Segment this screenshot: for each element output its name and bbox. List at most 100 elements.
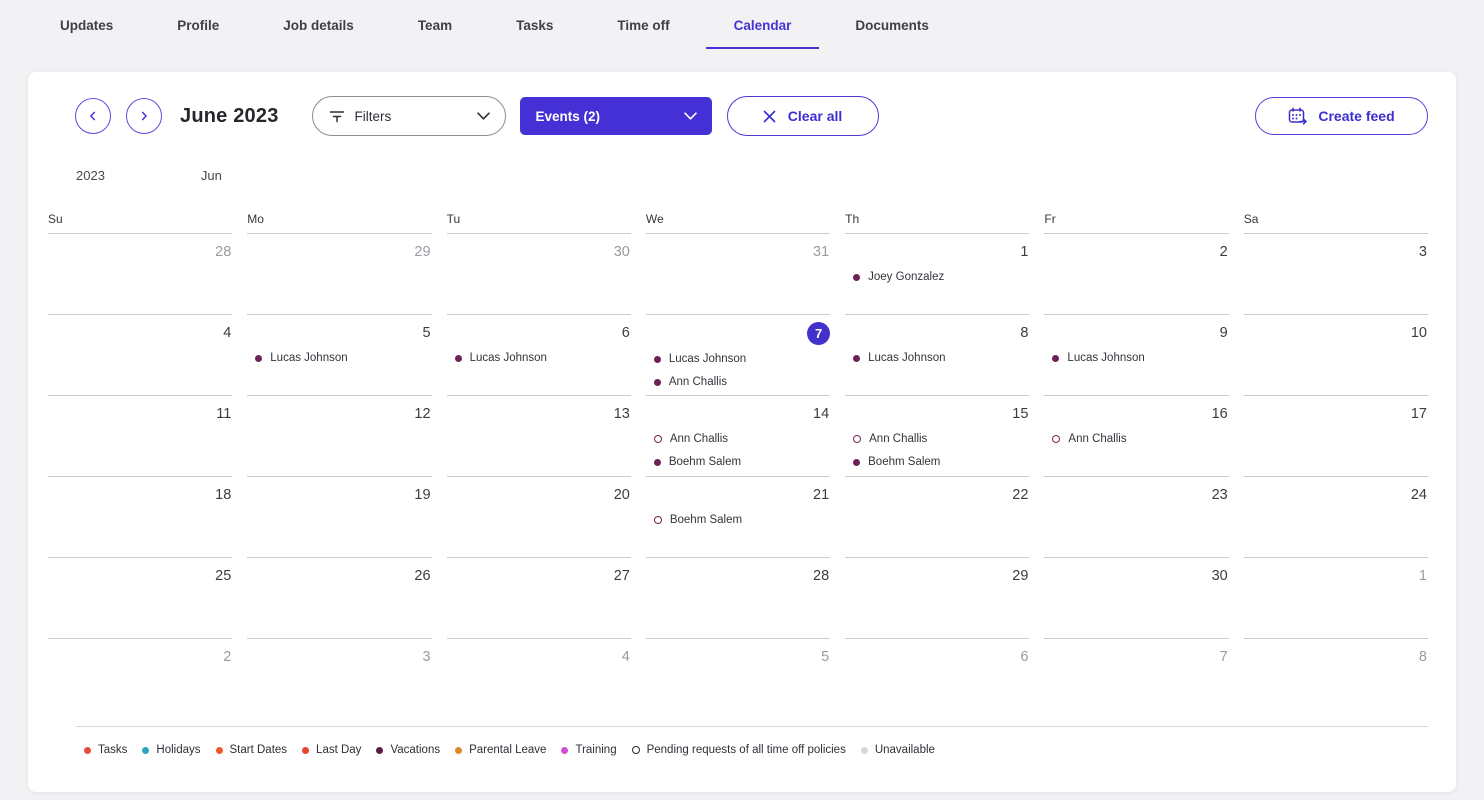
calendar-cell[interactable]: 28 [48, 234, 233, 315]
event-list: Lucas Johnson [845, 352, 1029, 364]
calendar-cell[interactable]: 11 [48, 396, 233, 477]
calendar-cell[interactable]: 27 [446, 558, 631, 639]
legend-label: Training [575, 744, 617, 756]
calendar-cell[interactable]: 14 Ann Challis Boehm Salem [645, 396, 831, 477]
event-dot [454, 354, 462, 362]
calendar-cell[interactable]: 25 [48, 558, 233, 639]
calendar-cell[interactable]: 9 Lucas Johnson [1044, 315, 1229, 396]
event[interactable]: Lucas Johnson [247, 352, 431, 364]
calendar-cell[interactable]: 6 Lucas Johnson [446, 315, 631, 396]
calendar-cell[interactable]: 18 [48, 477, 233, 558]
calendar-cell[interactable]: 29 [247, 234, 432, 315]
calendar-cell[interactable]: 2 [48, 639, 232, 726]
calendar-cell[interactable]: 5 Lucas Johnson [247, 315, 432, 396]
calendar-cell[interactable]: 5 [646, 639, 830, 726]
filters-dropdown-label: Filters [354, 108, 392, 124]
calendar-cell[interactable]: 29 [845, 558, 1030, 639]
tab-tasks[interactable]: Tasks [488, 2, 581, 49]
event-list: Lucas Johnson [1044, 352, 1228, 364]
tab-documents[interactable]: Documents [827, 2, 957, 49]
date-number: 10 [1410, 325, 1427, 341]
next-month-button[interactable] [126, 98, 162, 134]
day-header-su: Su [48, 212, 233, 234]
filters-dropdown[interactable]: Filters [311, 96, 506, 136]
create-feed-label: Create feed [1318, 108, 1395, 124]
event-label: Ann Challis [669, 433, 729, 445]
calendar-cell[interactable]: 8 [1244, 639, 1428, 726]
event[interactable]: Boehm Salem [646, 514, 830, 526]
calendar-cell[interactable]: 4 [447, 639, 631, 726]
calendar-cell[interactable]: 8 Lucas Johnson [845, 315, 1030, 396]
event[interactable]: Ann Challis [1044, 433, 1228, 445]
calendar-cell[interactable]: 4 [48, 315, 233, 396]
event-label: Boehm Salem [868, 456, 941, 468]
event[interactable]: Lucas Johnson [646, 353, 830, 365]
calendar-cell[interactable]: 23 [1044, 477, 1229, 558]
calendar-cell[interactable]: 10 [1243, 315, 1428, 396]
calendar-cell[interactable]: 30 [1044, 558, 1229, 639]
event[interactable]: Lucas Johnson [1044, 352, 1228, 364]
legend-item-parental-leave: Parental Leave [455, 744, 546, 756]
legend-label: Unavailable [874, 744, 935, 756]
prev-month-button[interactable] [75, 98, 111, 134]
event[interactable]: Boehm Salem [646, 456, 830, 468]
event[interactable]: Joey Gonzalez [845, 271, 1029, 283]
calendar-cell[interactable]: 26 [247, 558, 432, 639]
calendar-cell[interactable]: 24 [1243, 477, 1428, 558]
date-number: 15 [1012, 406, 1029, 422]
date-number: 7 [1219, 649, 1228, 665]
clear-all-label: Clear all [787, 108, 843, 124]
date-number: 21 [813, 487, 830, 503]
legend-item-training: Training [561, 744, 617, 756]
event[interactable]: Lucas Johnson [845, 352, 1029, 364]
calendar-cell[interactable]: 1 Joey Gonzalez [845, 234, 1030, 315]
event-dot [653, 378, 661, 386]
calendar-cell[interactable]: 1 [1243, 558, 1428, 639]
event-dot [653, 458, 661, 466]
date-number: 18 [215, 487, 232, 503]
calendar-cell[interactable]: 17 [1243, 396, 1428, 477]
calendar-cell[interactable]: 7 [1044, 639, 1228, 726]
event[interactable]: Ann Challis [646, 376, 830, 388]
calendar-cell[interactable]: 21 Boehm Salem [645, 477, 831, 558]
tab-profile[interactable]: Profile [149, 2, 247, 49]
date-number: 8 [1418, 649, 1427, 665]
event[interactable]: Ann Challis [646, 433, 830, 445]
legend: Tasks Holidays Start Dates Last Day Vacation… [28, 727, 1456, 756]
calendar-cell[interactable]: 31 [645, 234, 831, 315]
event-dot [653, 516, 662, 524]
event[interactable]: Lucas Johnson [447, 352, 631, 364]
tab-team[interactable]: Team [390, 2, 480, 49]
date-number: 6 [1020, 649, 1029, 665]
tab-calendar[interactable]: Calendar [705, 2, 820, 49]
tab-updates[interactable]: Updates [32, 2, 141, 49]
clear-all-button[interactable]: Clear all [726, 96, 879, 136]
tab-job-details[interactable]: Job details [255, 2, 382, 49]
calendar-cell[interactable]: 22 [845, 477, 1030, 558]
event-list: Ann Challis Boehm Salem [845, 433, 1029, 468]
calendar-cell[interactable]: 12 [247, 396, 432, 477]
date-number: 14 [813, 406, 830, 422]
events-filter-button[interactable]: Events (2) [519, 97, 712, 135]
event-dot [653, 435, 662, 443]
tab-time-off[interactable]: Time off [589, 2, 697, 49]
event[interactable]: Boehm Salem [845, 456, 1029, 468]
calendar-cell[interactable]: 19 [247, 477, 432, 558]
calendar-cell[interactable]: 30 [446, 234, 631, 315]
calendar-cell[interactable]: 2 [1044, 234, 1229, 315]
calendar-cell[interactable]: 15 Ann Challis Boehm Salem [845, 396, 1030, 477]
calendar-cell[interactable]: 7 Lucas Johnson Ann Challis [645, 315, 831, 396]
calendar-cell[interactable]: 20 [446, 477, 631, 558]
create-feed-button[interactable]: Create feed [1255, 97, 1428, 135]
event-list: Joey Gonzalez [845, 271, 1029, 283]
calendar-cell[interactable]: 3 [1243, 234, 1428, 315]
calendar-cell[interactable]: 6 [845, 639, 1029, 726]
event-list: Boehm Salem [646, 514, 830, 526]
calendar-cell[interactable]: 3 [247, 639, 431, 726]
event[interactable]: Ann Challis [845, 433, 1029, 445]
legend-label: Holidays [156, 744, 201, 756]
calendar-cell[interactable]: 28 [645, 558, 831, 639]
calendar-cell[interactable]: 16 Ann Challis [1044, 396, 1229, 477]
calendar-cell[interactable]: 13 [446, 396, 631, 477]
date-number: 5 [422, 325, 431, 341]
